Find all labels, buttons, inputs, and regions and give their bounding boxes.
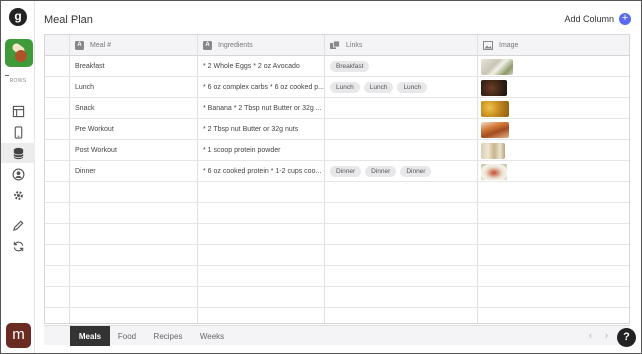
link-chip[interactable]: Dinner bbox=[400, 166, 432, 177]
link-chip[interactable]: Dinner bbox=[330, 166, 362, 177]
empty-row[interactable] bbox=[45, 224, 629, 245]
cell-ingredients[interactable]: * 2 Tbsp nut Butter or 32g nuts bbox=[197, 119, 324, 140]
column-header-ingredients[interactable]: A Ingredients bbox=[197, 35, 324, 56]
column-header-meal[interactable]: A Meal # bbox=[69, 35, 197, 56]
cell-image[interactable] bbox=[477, 98, 629, 119]
column-header-links[interactable]: Links bbox=[324, 35, 477, 56]
cell-meal[interactable]: Lunch bbox=[69, 77, 197, 98]
cell-ingredients[interactable]: * 2 Whole Eggs * 2 oz Avocado bbox=[197, 56, 324, 77]
plus-icon: + bbox=[619, 13, 631, 25]
rows-label: ROWS bbox=[1, 75, 35, 84]
tab-meals[interactable]: Meals bbox=[70, 326, 110, 346]
cell-ingredients[interactable]: * 6 oz cooked protein * 1-2 cups coo... bbox=[197, 161, 324, 182]
help-button[interactable]: ? bbox=[617, 328, 636, 347]
empty-row[interactable] bbox=[45, 245, 629, 266]
drumstick-shape bbox=[15, 50, 27, 62]
grid-header: A Meal # A Ingredients Links Image bbox=[45, 35, 629, 56]
cell-meal[interactable]: Pre Workout bbox=[69, 119, 197, 140]
link-chip[interactable]: Lunch bbox=[397, 82, 428, 93]
cell-image[interactable] bbox=[477, 77, 629, 98]
protein-shake-photo[interactable] bbox=[481, 142, 505, 159]
tab-recipes[interactable]: Recipes bbox=[144, 326, 192, 346]
cell-ingredients[interactable]: * 1 scoop protein powder bbox=[197, 140, 324, 161]
cell-meal[interactable]: Post Workout bbox=[69, 140, 197, 161]
phone-preview-button[interactable] bbox=[1, 122, 35, 142]
image-type-icon bbox=[483, 41, 493, 50]
column-header-image[interactable]: Image bbox=[477, 35, 629, 56]
cell-meal[interactable]: Dinner bbox=[69, 161, 197, 182]
phone-icon bbox=[14, 125, 22, 139]
users-nav-button[interactable] bbox=[1, 164, 35, 184]
tab-weeks[interactable]: Weeks bbox=[192, 326, 232, 346]
cell-links[interactable] bbox=[324, 119, 477, 140]
cell-meal[interactable]: Snack bbox=[69, 98, 197, 119]
text-type-icon: A bbox=[75, 41, 84, 50]
edit-nav-button[interactable] bbox=[1, 215, 35, 235]
prev-page-icon[interactable]: ‹ bbox=[589, 330, 592, 340]
table-row[interactable]: Lunch * 6 oz complex carbs * 6 oz cooked… bbox=[45, 77, 629, 98]
table-row[interactable]: Post Workout * 1 scoop protein powder bbox=[45, 140, 629, 161]
cell-links[interactable]: Breakfast bbox=[324, 56, 477, 77]
gear-icon bbox=[13, 190, 23, 200]
add-column-button[interactable]: Add Column + bbox=[564, 13, 631, 25]
lunch-plate-photo[interactable] bbox=[481, 79, 507, 96]
tab-food[interactable]: Food bbox=[110, 326, 144, 346]
user-avatar[interactable]: m bbox=[6, 323, 31, 348]
database-icon bbox=[12, 147, 24, 159]
link-chip[interactable]: Dinner bbox=[365, 166, 397, 177]
nut-butter-photo[interactable] bbox=[481, 121, 509, 138]
data-nav-button[interactable] bbox=[1, 143, 35, 163]
page-title: Meal Plan bbox=[44, 14, 93, 26]
glide-logo[interactable]: g bbox=[9, 8, 27, 26]
cell-image[interactable] bbox=[477, 119, 629, 140]
cell-links[interactable] bbox=[324, 98, 477, 119]
sheet-tabs: Meals Food Recipes Weeks ‹ › bbox=[44, 325, 630, 346]
sync-nav-button[interactable] bbox=[1, 236, 35, 256]
eggs-avocado-photo[interactable] bbox=[481, 58, 513, 75]
cell-meal[interactable]: Breakfast bbox=[69, 56, 197, 77]
user-circle-icon bbox=[12, 168, 24, 180]
refresh-icon bbox=[13, 241, 23, 251]
add-column-label: Add Column bbox=[564, 14, 614, 24]
settings-nav-button[interactable] bbox=[1, 185, 35, 205]
link-chip[interactable]: Lunch bbox=[330, 82, 360, 93]
app-icon[interactable] bbox=[5, 39, 33, 67]
next-page-icon[interactable]: › bbox=[605, 330, 608, 340]
empty-row[interactable] bbox=[45, 182, 629, 203]
link-chip[interactable]: Breakfast bbox=[330, 61, 370, 72]
pencil-icon bbox=[12, 220, 23, 231]
cell-image[interactable] bbox=[477, 56, 629, 77]
table-row[interactable]: Snack * Banana * 2 Tbsp nut Butter or 32… bbox=[45, 98, 629, 119]
empty-row[interactable] bbox=[45, 266, 629, 287]
table-row[interactable]: Dinner * 6 oz cooked protein * 1-2 cups … bbox=[45, 161, 629, 182]
cell-links[interactable]: Dinner Dinner Dinner bbox=[324, 161, 477, 182]
cell-image[interactable] bbox=[477, 161, 629, 182]
text-type-icon: A bbox=[203, 41, 212, 50]
snack-photo[interactable] bbox=[481, 100, 509, 117]
data-grid: A Meal # A Ingredients Links Image Break… bbox=[44, 34, 630, 324]
table-row[interactable]: Pre Workout * 2 Tbsp nut Butter or 32g n… bbox=[45, 119, 629, 140]
cell-image[interactable] bbox=[477, 140, 629, 161]
table-row[interactable]: Breakfast * 2 Whole Eggs * 2 oz Avocado … bbox=[45, 56, 629, 77]
empty-row[interactable] bbox=[45, 287, 629, 308]
cell-ingredients[interactable]: * Banana * 2 Tbsp nut Butter or 32g ... bbox=[197, 98, 324, 119]
layout-icon bbox=[12, 105, 24, 117]
cell-ingredients[interactable]: * 6 oz complex carbs * 6 oz cooked p... bbox=[197, 77, 324, 98]
dinner-plate-photo[interactable] bbox=[481, 163, 507, 180]
link-chip[interactable]: Lunch bbox=[363, 82, 394, 93]
left-rail: g ROWS m bbox=[1, 1, 35, 353]
cell-links[interactable]: Lunch Lunch Lunch bbox=[324, 77, 477, 98]
link-type-icon bbox=[330, 41, 340, 49]
layout-nav-button[interactable] bbox=[1, 101, 35, 121]
empty-row[interactable] bbox=[45, 203, 629, 224]
cell-links[interactable] bbox=[324, 140, 477, 161]
empty-row[interactable] bbox=[45, 308, 629, 323]
